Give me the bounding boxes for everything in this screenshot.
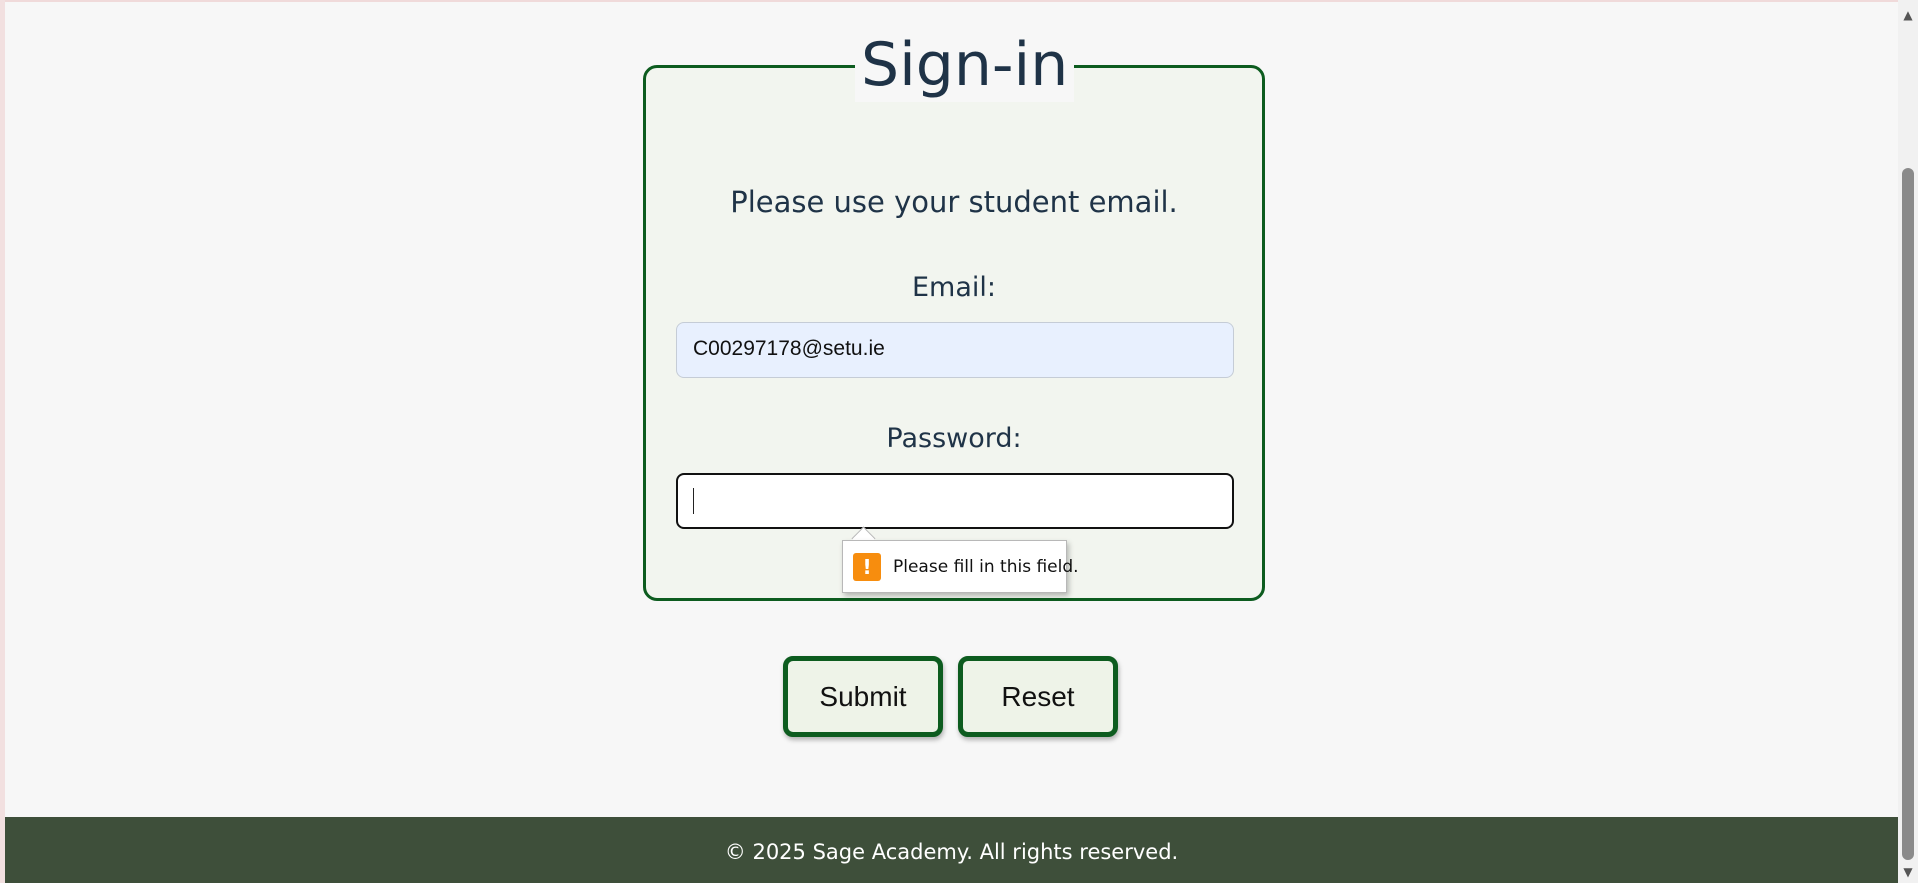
- validation-tooltip: ! Please fill in this field.: [842, 540, 1079, 593]
- password-field[interactable]: [676, 473, 1234, 529]
- email-label: Email:: [911, 272, 996, 303]
- footer: © 2025 Sage Academy. All rights reserved…: [5, 817, 1898, 883]
- page: Sign-in Please use your student email. E…: [0, 0, 1918, 883]
- signin-legend: Sign-in: [855, 28, 1075, 102]
- password-label: Password:: [886, 423, 1022, 454]
- scroll-down-arrow-icon[interactable]: ▼: [1898, 863, 1918, 881]
- top-edge: [5, 0, 1903, 2]
- student-email-hint: Please use your student email.: [730, 185, 1178, 219]
- scrollbar-thumb[interactable]: [1902, 168, 1914, 860]
- warning-icon: !: [853, 553, 881, 581]
- reset-button[interactable]: Reset: [958, 656, 1118, 737]
- vertical-scrollbar[interactable]: ▲ ▼: [1898, 0, 1918, 883]
- scroll-up-arrow-icon[interactable]: ▲: [1898, 6, 1918, 24]
- copyright-text: © 2025 Sage Academy. All rights reserved…: [724, 840, 1179, 864]
- submit-button[interactable]: Submit: [783, 656, 943, 737]
- validation-message: Please fill in this field.: [893, 557, 1079, 577]
- text-cursor: [693, 488, 694, 514]
- email-field[interactable]: C00297178@setu.ie: [676, 322, 1234, 378]
